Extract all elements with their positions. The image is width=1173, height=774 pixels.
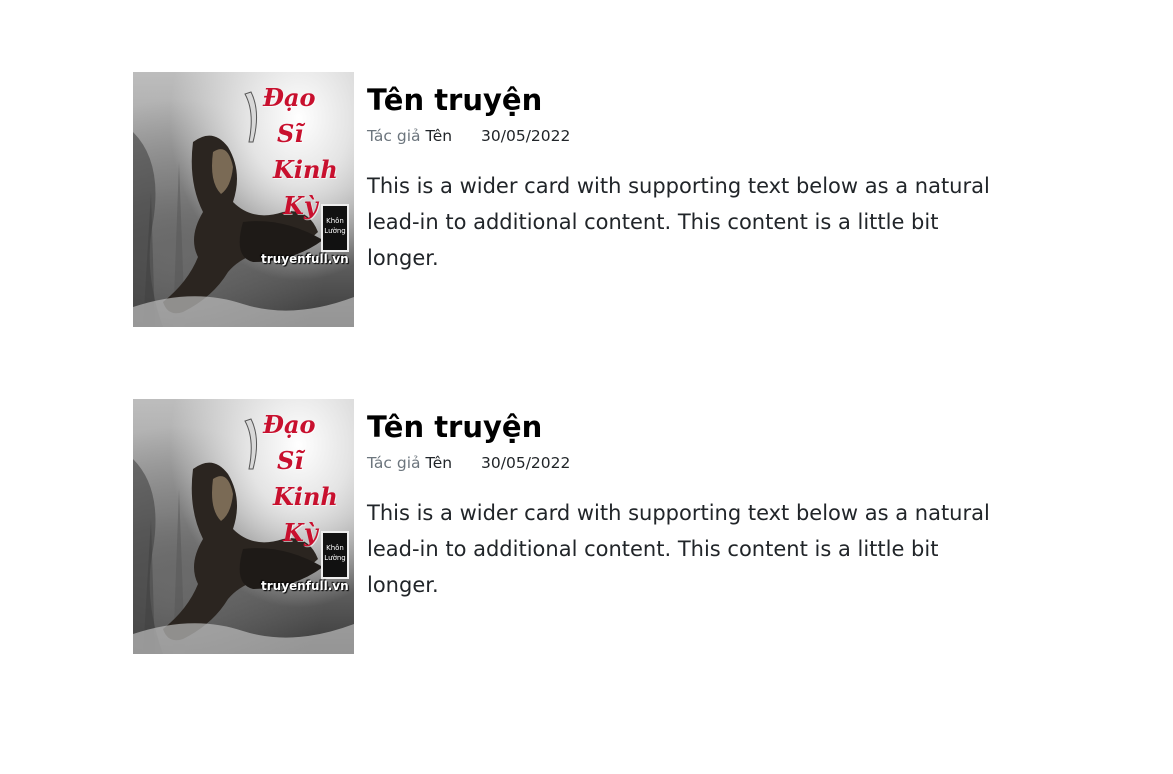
cover-watermark: truyenfull.vn xyxy=(261,252,349,266)
story-card-body: Tên truyện Tác giả Tên 30/05/2022 This i… xyxy=(354,399,1007,603)
cover-seal: Khôn Lường xyxy=(321,531,349,579)
publish-date: 30/05/2022 xyxy=(481,454,571,472)
story-card[interactable]: Đạo Sĩ Kinh Kỳ Khôn Lường truyenfull.vn … xyxy=(133,72,1013,327)
cover-watermark: truyenfull.vn xyxy=(261,579,349,593)
author-label: Tác giả xyxy=(367,454,421,472)
story-description: This is a wider card with supporting tex… xyxy=(367,501,990,597)
story-meta: Tác giả Tên 30/05/2022 xyxy=(367,126,1007,146)
story-card[interactable]: Đạo Sĩ Kinh Kỳ Khôn Lường truyenfull.vn … xyxy=(133,399,1013,654)
publish-date: 30/05/2022 xyxy=(481,127,571,145)
cover-title-art: Đạo Sĩ Kinh Kỳ xyxy=(263,410,338,547)
author-name[interactable]: Tên xyxy=(425,127,452,145)
author-name[interactable]: Tên xyxy=(425,454,452,472)
cover-title-art: Đạo Sĩ Kinh Kỳ xyxy=(263,83,338,220)
story-description: This is a wider card with supporting tex… xyxy=(367,174,990,270)
story-title[interactable]: Tên truyện xyxy=(367,409,1007,445)
story-cover-image[interactable]: Đạo Sĩ Kinh Kỳ Khôn Lường truyenfull.vn xyxy=(133,399,354,654)
story-cover-image[interactable]: Đạo Sĩ Kinh Kỳ Khôn Lường truyenfull.vn xyxy=(133,72,354,327)
story-card-body: Tên truyện Tác giả Tên 30/05/2022 This i… xyxy=(354,72,1007,276)
story-meta: Tác giả Tên 30/05/2022 xyxy=(367,453,1007,473)
story-title[interactable]: Tên truyện xyxy=(367,82,1007,118)
author-label: Tác giả xyxy=(367,127,421,145)
cover-seal: Khôn Lường xyxy=(321,204,349,252)
story-list: Đạo Sĩ Kinh Kỳ Khôn Lường truyenfull.vn … xyxy=(133,72,1013,726)
